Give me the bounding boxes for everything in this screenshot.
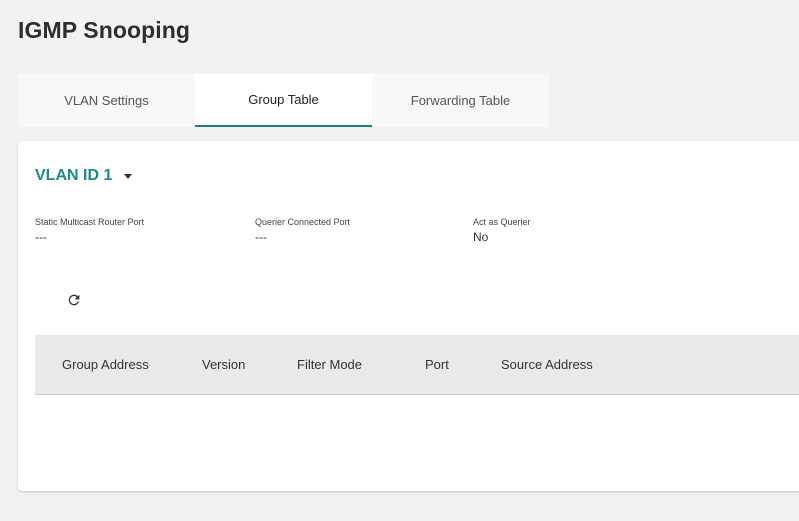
refresh-button[interactable] (62, 288, 86, 312)
column-header-filter-mode[interactable]: Filter Mode (297, 335, 362, 394)
group-table: Group Address Version Filter Mode Port S… (35, 335, 799, 395)
act-as-querier-label: Act as Querier (473, 217, 531, 227)
querier-connected-port-label: Querier Connected Port (255, 217, 351, 227)
column-header-version[interactable]: Version (202, 335, 245, 394)
tab-vlan-settings[interactable]: VLAN Settings (18, 74, 195, 127)
static-multicast-router-port-value: --- (35, 230, 47, 244)
caret-down-icon (124, 173, 133, 179)
querier-connected-port-info: Querier Connected Port --- (255, 216, 350, 245)
tab-group-table[interactable]: Group Table (195, 74, 372, 127)
static-multicast-router-port-label: Static Multicast Router Port (35, 217, 145, 227)
vlan-id-dropdown[interactable]: VLAN ID 1 (35, 167, 133, 185)
column-header-port[interactable]: Port (425, 335, 449, 394)
page-title: IGMP Snooping (18, 17, 191, 43)
vlan-id-label: VLAN ID 1 (35, 167, 113, 184)
querier-connected-port-value: --- (255, 230, 267, 244)
act-as-querier-value: No (473, 230, 489, 244)
act-as-querier-info: Act as Querier No (473, 216, 531, 245)
tab-bar: VLAN Settings Group Table Forwarding Tab… (18, 74, 549, 127)
column-header-source-address[interactable]: Source Address (501, 335, 593, 394)
tab-forwarding-table[interactable]: Forwarding Table (372, 74, 549, 127)
group-table-card: VLAN ID 1 Static Multicast Router Port -… (18, 141, 799, 491)
static-multicast-router-port-info: Static Multicast Router Port --- (35, 216, 144, 245)
refresh-icon (68, 294, 80, 306)
column-header-group-address[interactable]: Group Address (62, 335, 149, 394)
table-header: Group Address Version Filter Mode Port S… (35, 335, 799, 395)
